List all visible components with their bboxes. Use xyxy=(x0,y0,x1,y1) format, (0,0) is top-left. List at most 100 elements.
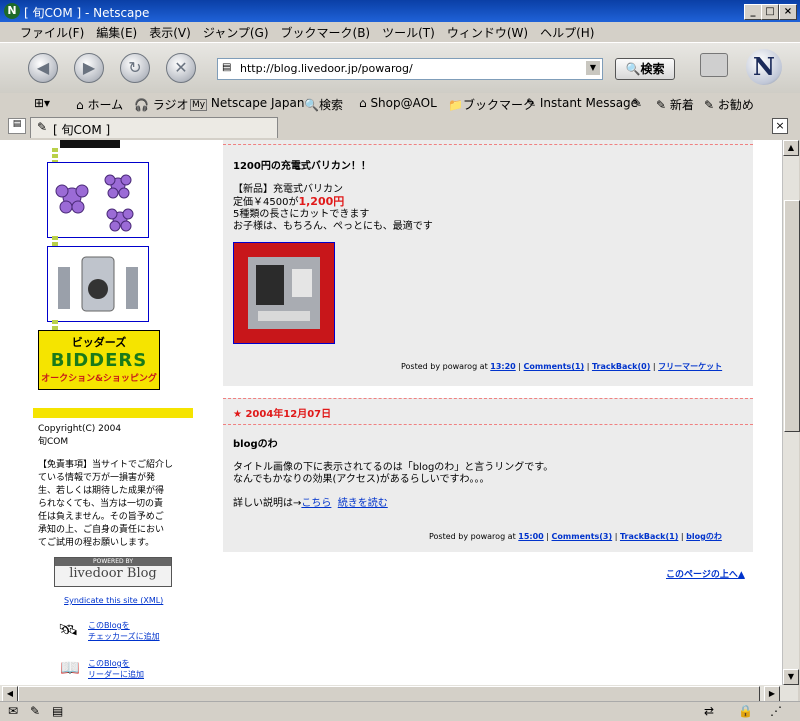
address-book-icon[interactable]: ▤ xyxy=(52,704,63,718)
connection-icon: ⇄ xyxy=(704,704,715,718)
minimize-button[interactable]: _ xyxy=(744,4,762,20)
netscape-app-icon: N xyxy=(4,3,20,19)
menu-item-3[interactable]: ジャンプ(G) xyxy=(197,22,275,43)
home-link[interactable]: ⌂ ホーム xyxy=(76,96,123,113)
reload-icon[interactable]: ↻ xyxy=(120,53,150,83)
new-tab-icon[interactable]: ▤ xyxy=(8,118,26,134)
menu-item-1[interactable]: 編集(E) xyxy=(90,22,143,43)
bidders-banner[interactable]: ビッダーズ BIDDERS オークション&ショッピング xyxy=(38,330,160,390)
url-input[interactable]: ▤ http://blog.livedoor.jp/powarog/ ▼ xyxy=(217,58,603,80)
menu-item-5[interactable]: ツール(T) xyxy=(376,22,441,43)
maximize-button[interactable]: □ xyxy=(761,4,779,20)
chain-decoration xyxy=(52,236,58,246)
post-footer: Posted by powarog at 15:00 | Comments(3)… xyxy=(429,532,722,541)
post-barikan: 1200円の充電式バリカン！！ 【新品】充電式バリカン 定価￥4500が1,20… xyxy=(223,140,753,386)
forward-icon[interactable]: ▶ xyxy=(74,53,104,83)
syndicate-link[interactable]: Syndicate this site (XML) xyxy=(64,596,163,605)
scroll-right-icon[interactable]: ▶ xyxy=(764,686,780,702)
trackback-link[interactable]: TrackBack(1) xyxy=(620,532,678,541)
bookmark-pin-icon[interactable]: ✎ xyxy=(632,96,642,110)
mail-icon[interactable]: ✉ xyxy=(8,704,18,718)
menu-bar: ファイル(F) 編集(E) 表示(V) ジャンプ(G) ブックマーク(B) ツール(T) ウ… xyxy=(0,22,800,42)
print-icon[interactable] xyxy=(700,53,728,77)
close-window-button[interactable]: × xyxy=(779,4,797,20)
instant-message-link[interactable]: ✎ Instant Message xyxy=(526,96,638,110)
disclaimer-line: 任は負えません。その旨予めご xyxy=(38,512,164,522)
detail-link[interactable]: こちら xyxy=(301,498,331,509)
post-body: 【新品】充電式バリカン 定価￥4500が1,200円 5種類の長さにカットできま… xyxy=(233,184,433,232)
close-tab-icon[interactable]: × xyxy=(772,118,788,134)
vertical-scroll-thumb[interactable] xyxy=(784,200,800,432)
menu-item-7[interactable]: ヘルプ(H) xyxy=(534,22,600,43)
cropped-product-image[interactable] xyxy=(60,140,120,148)
disclaimer-line: られなくても、当方は一切の責 xyxy=(38,499,164,509)
stop-icon[interactable]: ✕ xyxy=(166,53,196,83)
shop-aol-link[interactable]: ⌂ Shop@AOL xyxy=(359,96,437,110)
tab-page-icon: ✎ xyxy=(37,120,48,134)
composer-icon[interactable]: ✎ xyxy=(30,704,40,718)
scroll-down-icon[interactable]: ▼ xyxy=(783,669,799,685)
netscape-japan-link[interactable]: My Netscape Japan xyxy=(190,96,304,111)
disclaimer-line: 承知の上、ご自身の責任におい xyxy=(38,525,165,535)
status-bar: ✉ ✎ ▤ ⇄ 🔒 ⋰ xyxy=(0,701,800,721)
post-blognowa: ★ 2004年12月07日 blogのわ タイトル画像の下に表示されてるのは「b… xyxy=(223,398,753,552)
clipper-product-image[interactable] xyxy=(233,242,335,344)
post-time-link[interactable]: 15:00 xyxy=(518,532,543,541)
menu-item-0[interactable]: ファイル(F) xyxy=(14,22,90,43)
title-bar: N [ 旬COM ] - Netscape _ □ × xyxy=(0,0,800,22)
search-button[interactable]: 🔍検索 xyxy=(615,58,675,80)
disclaimer: 【免責事項】当サイトでご紹介し ている情報で万が一損害が発 生、若しくは期待した成果… xyxy=(38,459,208,550)
disclaimer-line: 【免責事項】当サイトでご紹介し xyxy=(38,460,174,470)
post-title: 1200円の充電式バリカン！！ xyxy=(233,161,371,172)
tab-current[interactable]: ✎ [ 旬COM ] xyxy=(30,117,278,138)
url-text: http://blog.livedoor.jp/powarog/ xyxy=(240,62,413,75)
post-title: blogのわ xyxy=(233,439,278,450)
bookmarks-folder[interactable]: 📁ブックマーク xyxy=(448,96,535,113)
search-link[interactable]: 🔍検索 xyxy=(304,96,343,113)
disclaimer-line: ている情報で万が一損害が発 xyxy=(38,473,156,483)
radio-link[interactable]: 🎧 ラジオ xyxy=(134,96,189,113)
horizontal-scroll-thumb[interactable] xyxy=(18,686,760,702)
sale-price: 1,200円 xyxy=(298,195,345,208)
disclaimer-line: 生、若しくは期待した成果が得 xyxy=(38,486,165,496)
scroll-up-icon[interactable]: ▲ xyxy=(783,140,799,156)
trackback-link[interactable]: TrackBack(0) xyxy=(592,362,650,371)
category-link[interactable]: フリーマーケット xyxy=(658,362,722,371)
vertical-scrollbar[interactable]: ▲ ▼ xyxy=(782,140,800,685)
url-dropdown-icon[interactable]: ▼ xyxy=(586,61,600,75)
post-time-link[interactable]: 13:20 xyxy=(490,362,515,371)
post-footer: Posted by powarog at 13:20 | Comments(1)… xyxy=(401,362,723,371)
add-to-checkers-link[interactable]: このBlogを チェッカーズに追加 xyxy=(88,620,160,642)
tab-bar: ▤ ✎ [ 旬COM ] × xyxy=(0,114,800,138)
window-title: [ 旬COM ] - Netscape xyxy=(24,6,150,20)
new-arrivals-link[interactable]: ✎ 新着 xyxy=(656,96,694,113)
menu-item-6[interactable]: ウィンドウ(W) xyxy=(441,22,534,43)
checkers-icon: 🛰 xyxy=(58,620,79,639)
horizontal-scrollbar[interactable]: ◀ ▶ xyxy=(0,685,798,702)
security-icon[interactable]: 🔒 xyxy=(738,704,753,718)
comments-link[interactable]: Comments(1) xyxy=(524,362,585,371)
post-body: タイトル画像の下に表示されてるのは「blogのわ」と言うリングです。 なんでもか… xyxy=(233,462,554,509)
comments-link[interactable]: Comments(3) xyxy=(552,532,613,541)
toolbar-grip-icon[interactable]: ⊞▾ xyxy=(34,96,50,110)
page-content: ビッダーズ BIDDERS オークション&ショッピング Copyright(C)… xyxy=(0,140,782,685)
add-to-reader-link[interactable]: このBlogを リーダーに追加 xyxy=(88,658,144,680)
chain-decoration xyxy=(52,320,58,330)
page-top-link[interactable]: このページの上へ▲ xyxy=(666,567,745,580)
netscape-logo: N xyxy=(746,49,782,85)
menu-item-4[interactable]: ブックマーク(B) xyxy=(275,22,377,43)
back-icon[interactable]: ◀ xyxy=(28,53,58,83)
page-icon: ▤ xyxy=(222,62,232,73)
product-image-gems[interactable] xyxy=(47,162,149,238)
powered-by-livedoor-badge[interactable]: POWERED BY livedoor Blog xyxy=(54,557,172,587)
read-more-link[interactable]: 続きを読む xyxy=(338,498,388,509)
scroll-left-icon[interactable]: ◀ xyxy=(2,686,18,702)
category-link[interactable]: blogのわ xyxy=(686,532,722,541)
copyright: Copyright(C) 2004 旬COM xyxy=(38,424,122,447)
recommend-link[interactable]: ✎ お勧め xyxy=(704,96,754,113)
disclaimer-line: てご試用の程お願いします。 xyxy=(38,538,155,548)
menu-item-2[interactable]: 表示(V) xyxy=(143,22,197,43)
sidebar-divider xyxy=(33,408,193,418)
product-image-speakers[interactable] xyxy=(47,246,149,322)
magnifier-icon: 🔍 xyxy=(625,62,641,76)
